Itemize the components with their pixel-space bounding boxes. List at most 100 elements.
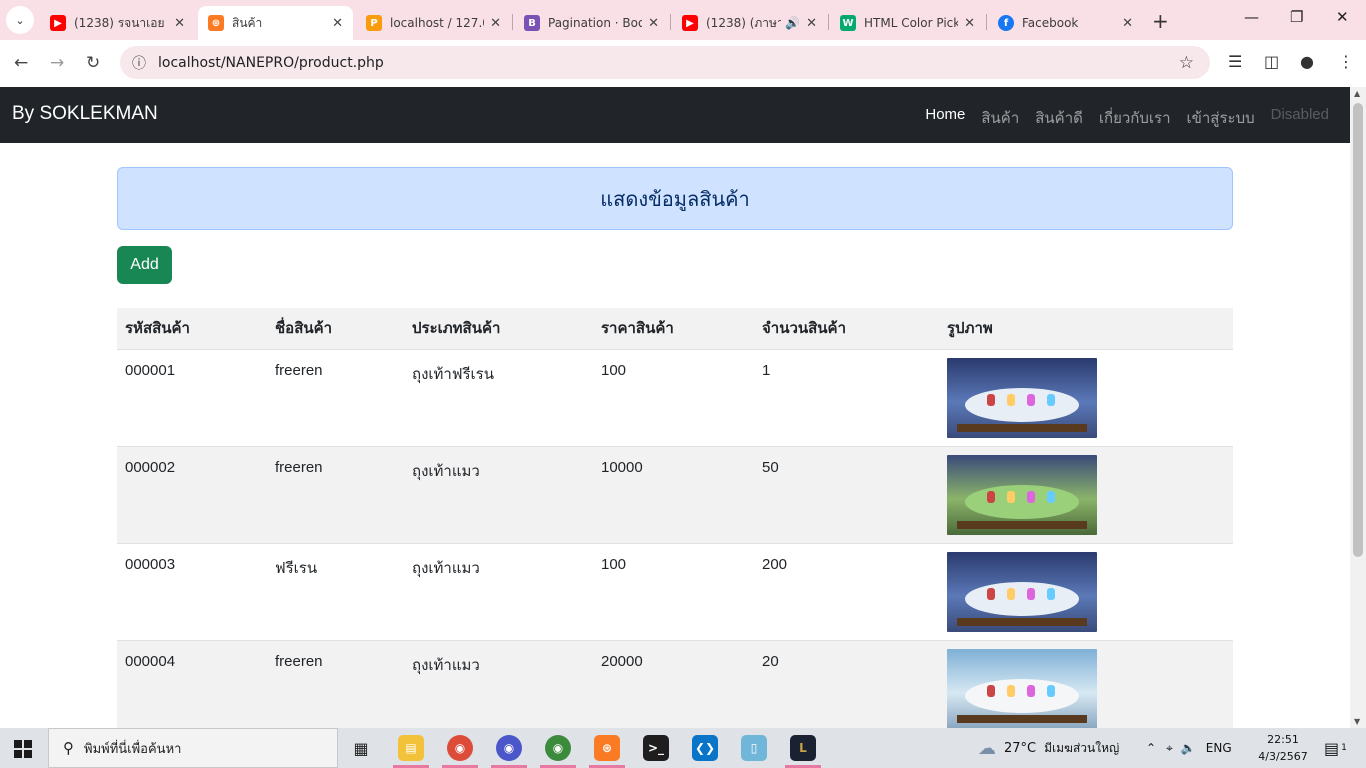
notes-app-icon[interactable]: ▯ (741, 735, 767, 761)
facebook-icon: f (998, 15, 1014, 31)
browser-tab-7[interactable]: f Facebook ✕ (988, 6, 1143, 40)
chrome-icon[interactable]: ◉ (447, 735, 473, 761)
close-icon[interactable]: ✕ (806, 16, 817, 31)
cell-qty: 20 (754, 640, 939, 728)
cell-id: 000002 (117, 446, 267, 544)
table-header-row: รหัสสินค้า ชื่อสินค้า ประเภทสินค้า ราคาส… (117, 308, 1233, 350)
chevron-up-icon[interactable]: ⌃ (1146, 741, 1156, 755)
cell-image (939, 640, 1233, 728)
windows-start-icon[interactable] (14, 740, 32, 758)
cell-type: ถุงเท้าฟรีเรน (404, 349, 593, 447)
volume-icon[interactable]: 🔈 (1181, 741, 1196, 755)
cell-price: 10000 (593, 446, 754, 544)
product-thumbnail-image (947, 648, 1097, 728)
close-icon[interactable]: ✕ (1122, 16, 1133, 31)
taskbar-clock[interactable]: 22:51 4/3/2567 (1258, 731, 1308, 765)
browser-tab-strip: ⌄ ▶ (1238) รจนาเอย - ✕ ⊛ สินค้า ✕ P loca… (0, 0, 1366, 40)
vscode-icon[interactable]: ❮❯ (692, 735, 718, 761)
product-thumbnail-image (947, 357, 1097, 438)
address-bar[interactable]: ⓘ localhost/NANEPRO/product.php ☆ (120, 46, 1210, 79)
header-product-type: ประเภทสินค้า (404, 308, 593, 350)
language-indicator[interactable]: ENG (1206, 741, 1232, 755)
nav-link-good-products[interactable]: สินค้าดี (1035, 106, 1083, 130)
file-explorer-icon[interactable]: ▤ (398, 735, 424, 761)
media-controls-icon[interactable]: ☰ (1228, 52, 1242, 71)
scroll-down-arrow-icon[interactable]: ▼ (1354, 717, 1360, 726)
chrome-profile-icon[interactable]: ◉ (545, 735, 571, 761)
browser-tab-6[interactable]: W HTML Color Pick ✕ (830, 6, 985, 40)
profile-avatar-icon[interactable]: ● (1300, 52, 1314, 71)
cell-qty: 1 (754, 349, 939, 447)
cell-id: 000004 (117, 640, 267, 728)
tab-search-button[interactable]: ⌄ (6, 6, 34, 34)
phpmyadmin-icon: P (366, 15, 382, 31)
bookmark-star-icon[interactable]: ☆ (1179, 53, 1194, 73)
cell-type: ถุงเท้าแมว (404, 446, 593, 544)
navbar-brand[interactable]: By SOKLEKMAN (12, 103, 158, 125)
terminal-icon[interactable]: >_ (643, 735, 669, 761)
wifi-icon[interactable]: ⌖ (1166, 741, 1173, 756)
url-text[interactable]: localhost/NANEPRO/product.php (158, 55, 384, 71)
product-thumbnail-image (947, 551, 1097, 632)
page-title: แสดงข้อมูลสินค้า (600, 188, 750, 211)
search-icon: ⚲ (63, 739, 74, 757)
scrollbar-thumb[interactable] (1353, 103, 1363, 557)
minimize-icon[interactable]: — (1244, 8, 1259, 26)
game-launcher-icon[interactable]: ◉ (496, 735, 522, 761)
nav-link-home[interactable]: Home (925, 106, 965, 130)
header-product-name: ชื่อสินค้า (267, 308, 404, 350)
task-view-icon[interactable]: ▦ (348, 735, 374, 761)
scroll-up-arrow-icon[interactable]: ▲ (1354, 89, 1360, 98)
page-heading-alert: แสดงข้อมูลสินค้า (117, 167, 1233, 230)
page-scrollbar[interactable]: ▲ ▼ (1350, 87, 1366, 728)
notification-count: 1 (1341, 743, 1347, 753)
cell-image (939, 543, 1233, 641)
xampp-icon: ⊛ (208, 15, 224, 31)
cell-name: freeren (267, 640, 404, 728)
close-icon[interactable]: ✕ (964, 16, 975, 31)
close-icon[interactable]: ✕ (174, 16, 185, 31)
cell-name: freeren (267, 446, 404, 544)
window-close-icon[interactable]: ✕ (1336, 8, 1349, 26)
close-icon[interactable]: ✕ (648, 16, 659, 31)
cell-qty: 200 (754, 543, 939, 641)
back-arrow-icon[interactable]: ← (14, 53, 28, 73)
site-info-icon[interactable]: ⓘ (132, 53, 146, 73)
browser-tab-3[interactable]: P localhost / 127.0 ✕ (356, 6, 511, 40)
notification-center[interactable]: ▤ 1 (1324, 728, 1347, 768)
new-tab-icon[interactable]: + (1152, 9, 1169, 33)
tab-separator (986, 14, 987, 30)
nav-link-about[interactable]: เกี่ยวกับเรา (1099, 106, 1171, 130)
cell-price: 20000 (593, 640, 754, 728)
xampp-taskbar-icon[interactable]: ⊛ (594, 735, 620, 761)
close-icon[interactable]: ✕ (332, 16, 343, 31)
cell-image (939, 446, 1233, 544)
nav-link-products[interactable]: สินค้า (981, 106, 1019, 130)
nav-link-login[interactable]: เข้าสู่ระบบ (1187, 106, 1255, 130)
browser-tab-1[interactable]: ▶ (1238) รจนาเอย - ✕ (40, 6, 195, 40)
browser-tab-2[interactable]: ⊛ สินค้า ✕ (198, 6, 353, 40)
header-product-image: รูปภาพ (939, 308, 1233, 350)
tab-separator (670, 14, 671, 30)
products-table: รหัสสินค้า ชื่อสินค้า ประเภทสินค้า ราคาส… (117, 308, 1233, 728)
browser-tab-4[interactable]: B Pagination · Boo ✕ (514, 6, 669, 40)
add-button[interactable]: Add (117, 246, 172, 284)
taskbar-search-box[interactable]: ⚲ พิมพ์ที่นี่เพื่อค้นหา (48, 728, 338, 768)
forward-arrow-icon[interactable]: → (50, 53, 64, 73)
cell-name: freeren (267, 349, 404, 447)
table-row: 000004 freeren ถุงเท้าแมว 20000 20 (117, 640, 1233, 728)
restore-icon[interactable]: ❐ (1290, 8, 1303, 26)
tab-separator (512, 14, 513, 30)
table-row: 000001 freeren ถุงเท้าฟรีเรน 100 1 (117, 349, 1233, 447)
reload-icon[interactable]: ↻ (86, 53, 100, 73)
cell-id: 000001 (117, 349, 267, 447)
menu-kebab-icon[interactable]: ⋮ (1338, 52, 1354, 71)
browser-tab-5[interactable]: ▶ (1238) (ภาษา 🔊 ✕ (672, 6, 827, 40)
w3schools-icon: W (840, 15, 856, 31)
speaker-icon[interactable]: 🔊 (785, 16, 800, 30)
side-panel-icon[interactable]: ◫ (1264, 52, 1279, 71)
close-icon[interactable]: ✕ (490, 16, 501, 31)
cell-qty: 50 (754, 446, 939, 544)
league-of-legends-icon[interactable]: L (790, 735, 816, 761)
weather-widget[interactable]: ☁ 27°C มีเมฆส่วนใหญ่ (978, 728, 1119, 768)
